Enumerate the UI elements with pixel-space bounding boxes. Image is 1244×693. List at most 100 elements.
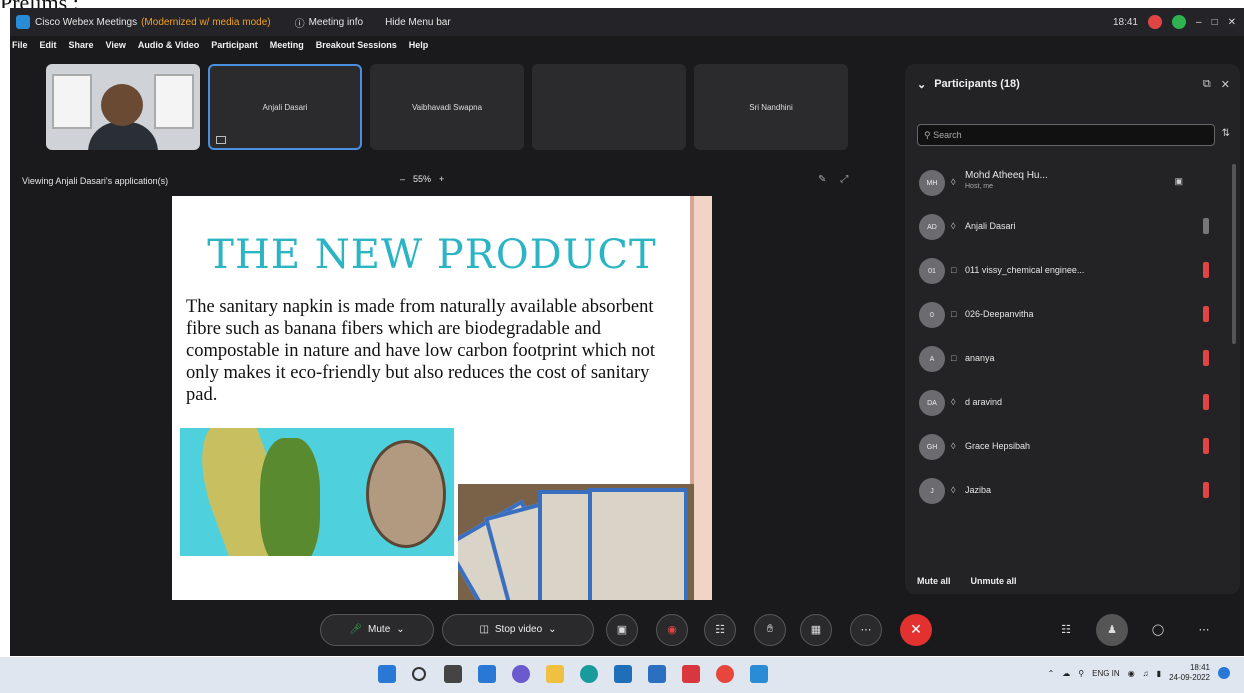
participant-name: d aravind <box>965 397 1003 407</box>
chevron-down-icon[interactable]: ⌄ <box>548 624 556 635</box>
menu-share[interactable]: Share <box>69 40 94 50</box>
windows-start-icon[interactable] <box>378 665 396 683</box>
video-tile[interactable] <box>532 64 686 150</box>
chevron-down-icon[interactable]: ⌄ <box>396 624 404 635</box>
screen-share-icon <box>216 136 226 144</box>
webex-taskbar-icon[interactable] <box>750 665 768 683</box>
menu-bar: File Edit Share View Audio & Video Parti… <box>10 36 910 54</box>
list-item[interactable]: A □ ananya <box>905 338 1227 382</box>
avatar: A <box>919 346 945 372</box>
chevron-up-icon[interactable]: ⌃ <box>1048 669 1055 678</box>
phone-icon: □ <box>951 309 957 319</box>
battery-icon[interactable]: ▮ <box>1157 669 1161 678</box>
app-mode: (Modernized w/ media mode) <box>141 16 271 28</box>
menu-participant[interactable]: Participant <box>211 40 258 50</box>
title-bar: Cisco Webex Meetings (Modernized w/ medi… <box>10 8 1244 36</box>
list-item[interactable]: GH ◊ Grace Hepsibah <box>905 426 1227 470</box>
list-item[interactable]: MH ◊ Mohd Atheeq Hu... Host, me ▣ <box>905 162 1227 206</box>
stop-video-button[interactable]: ◫ Stop video ⌄ <box>442 613 594 646</box>
participant-name: Mohd Atheeq Hu... <box>965 170 1048 181</box>
view-controls: ✎ ⤢ <box>818 174 848 185</box>
connection-icon <box>1172 15 1186 29</box>
widgets-icon[interactable] <box>478 665 496 683</box>
language-indicator[interactable]: ENG IN <box>1092 669 1120 678</box>
mute-button[interactable]: 🎤︎ Mute ⌄ <box>320 613 434 646</box>
task-view-icon[interactable] <box>444 665 462 683</box>
mic-icon: ◊ <box>951 485 956 495</box>
video-tile[interactable]: Anjali Dasari <box>208 64 362 150</box>
more-panels-icon[interactable]: ⋯ <box>1188 614 1220 646</box>
menu-meeting[interactable]: Meeting <box>270 40 304 50</box>
mcafee-icon[interactable] <box>682 665 700 683</box>
list-item[interactable]: J ◊ Jaziba <box>905 470 1227 514</box>
menu-file[interactable]: File <box>12 40 28 50</box>
sort-icon[interactable]: ⇅ <box>1222 128 1230 139</box>
video-tile[interactable]: Sri Nandhini <box>694 64 848 150</box>
file-explorer-icon[interactable] <box>546 665 564 683</box>
location-icon[interactable]: ⚲ <box>1078 669 1084 678</box>
maximize-icon[interactable]: □ <box>1212 17 1218 28</box>
volume-icon[interactable]: ♫ <box>1143 669 1149 678</box>
chat-app-icon[interactable] <box>512 665 530 683</box>
avatar: J <box>919 478 945 504</box>
onedrive-icon[interactable]: ☁ <box>1062 669 1070 678</box>
close-icon[interactable]: ✕ <box>1228 17 1236 28</box>
video-tile[interactable]: Vaibhavadi Swapna <box>370 64 524 150</box>
system-clock[interactable]: 18:41 24-09-2022 <box>1169 663 1210 683</box>
menu-help[interactable]: Help <box>409 40 429 50</box>
avatar: DA <box>919 390 945 416</box>
notification-icon[interactable] <box>1218 667 1230 679</box>
meeting-info-button[interactable]: ⓘ Meeting info <box>295 15 363 30</box>
slide-body: The sanitary napkin is made from natural… <box>186 297 656 405</box>
hide-menu-button[interactable]: Hide Menu bar <box>385 17 451 28</box>
zoom-out-button[interactable]: – <box>400 174 405 184</box>
chevron-down-icon[interactable]: ⌄ <box>917 78 926 91</box>
phone-icon: □ <box>951 265 957 275</box>
phone-icon: □ <box>951 353 957 363</box>
raise-hand-icon[interactable]: ✋︎ <box>754 613 786 646</box>
fit-icon[interactable]: ⤢ <box>840 174 848 185</box>
more-options-icon[interactable]: ⋯ <box>850 613 882 646</box>
wifi-icon[interactable]: ◉ <box>1128 669 1135 678</box>
annotate-icon[interactable]: ✎ <box>818 174 826 185</box>
chat-icon[interactable]: ◯ <box>1142 614 1174 646</box>
search-icon[interactable] <box>412 667 426 681</box>
menu-edit[interactable]: Edit <box>40 40 57 50</box>
popout-icon[interactable]: ⧉ <box>1203 78 1211 91</box>
close-panel-icon[interactable]: ✕ <box>1221 78 1230 91</box>
reactions-icon[interactable]: ☷ <box>704 613 736 646</box>
list-item[interactable]: AD ◊ Anjali Dasari <box>905 206 1227 250</box>
page-caption: Prelims : <box>0 0 200 8</box>
store-icon[interactable] <box>614 665 632 683</box>
scrollbar[interactable] <box>1232 164 1236 344</box>
menu-audio-video[interactable]: Audio & Video <box>138 40 199 50</box>
muted-icon <box>1203 350 1209 366</box>
participants-icon[interactable]: ♟ <box>1096 613 1128 646</box>
avatar: MH <box>919 170 945 196</box>
tray-date: 24-09-2022 <box>1169 673 1210 682</box>
minimize-icon[interactable]: – <box>1196 17 1202 28</box>
participant-name: Anjali Dasari <box>965 221 1016 231</box>
menu-breakout[interactable]: Breakout Sessions <box>316 40 397 50</box>
end-meeting-icon[interactable]: ✕ <box>900 613 932 646</box>
list-item[interactable]: DA ◊ d aravind <box>905 382 1227 426</box>
breakout-icon[interactable]: ☷ <box>1050 614 1082 646</box>
list-item[interactable]: 0 □ 026-Deepanvitha <box>905 294 1227 338</box>
muted-icon <box>1203 394 1209 410</box>
mail-icon[interactable] <box>648 665 666 683</box>
mute-all-button[interactable]: Mute all <box>917 576 951 586</box>
list-item[interactable]: 01 □ 011 vissy_chemical enginee... <box>905 250 1227 294</box>
unmute-all-button[interactable]: Unmute all <box>971 576 1017 586</box>
edge-icon[interactable] <box>580 665 598 683</box>
mic-icon: ◊ <box>951 177 956 187</box>
banana-fibre-image <box>180 428 454 556</box>
zoom-in-button[interactable]: + <box>439 174 444 184</box>
taskbar: ⌃ ☁ ⚲ ENG IN ◉ ♫ ▮ 18:41 24-09-2022 <box>0 657 1244 693</box>
apps-icon[interactable]: ▦ <box>800 613 832 646</box>
share-screen-icon[interactable]: ▣ <box>606 613 638 646</box>
menu-view[interactable]: View <box>106 40 126 50</box>
chrome-icon[interactable] <box>716 665 734 683</box>
record-icon[interactable]: ◉ <box>656 613 688 646</box>
participant-search-input[interactable]: ⚲ Search <box>917 124 1215 146</box>
self-video[interactable] <box>46 64 200 150</box>
